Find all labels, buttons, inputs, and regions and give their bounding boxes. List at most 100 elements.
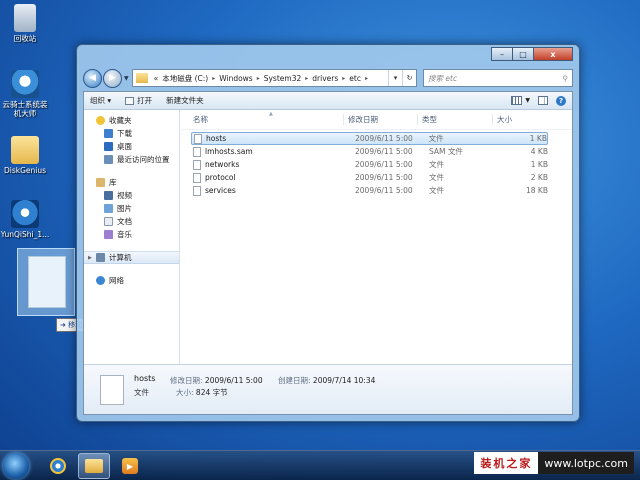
command-bar: 组织 ▾ 打开 新建文件夹 ▼ ? — [84, 92, 572, 110]
file-icon — [193, 159, 201, 170]
file-type: 文件 — [429, 160, 444, 169]
nav-item-pictures[interactable]: 图片 — [84, 202, 179, 215]
nav-item-videos[interactable]: 视频 — [84, 189, 179, 202]
start-button[interactable] — [3, 453, 29, 479]
file-icon — [100, 375, 124, 405]
details-created-value: 2009/7/14 10:34 — [312, 376, 376, 385]
breadcrumb-system32[interactable]: System32 — [264, 74, 302, 83]
library-icon — [96, 178, 105, 187]
file-icon — [193, 185, 201, 196]
forward-button[interactable]: ▶ — [103, 68, 122, 88]
chevron-right-icon[interactable]: ▸ — [305, 75, 308, 82]
nav-favorites[interactable]: 收藏夹 — [84, 114, 179, 127]
move-arrow-icon: ➜ — [60, 321, 66, 329]
watermark-brand: 装机之家 — [474, 452, 539, 474]
file-icon — [194, 133, 202, 144]
expand-arrow-icon[interactable]: ▶ — [88, 255, 94, 261]
documents-icon — [104, 217, 113, 226]
minimize-button[interactable]: – — [491, 47, 513, 61]
close-button[interactable]: x — [533, 47, 573, 61]
column-header-name[interactable]: 名称 — [181, 114, 343, 125]
star-icon — [96, 116, 105, 125]
address-overflow[interactable]: « — [154, 74, 159, 83]
file-name: networks — [205, 160, 240, 169]
organize-button[interactable]: 组织 ▾ — [90, 95, 111, 106]
back-button[interactable]: ◀ — [83, 68, 102, 88]
file-type: SAM 文件 — [429, 147, 463, 156]
details-file-type: 文件 — [134, 388, 149, 397]
chevron-right-icon[interactable]: ▸ — [342, 75, 345, 82]
chevron-right-icon[interactable]: ▸ — [257, 75, 260, 82]
file-icon — [28, 256, 66, 308]
open-button[interactable]: 打开 — [125, 95, 152, 106]
view-options-icon[interactable] — [511, 96, 523, 105]
breadcrumb-local-disk[interactable]: 本地磁盘 (C:) — [162, 73, 208, 84]
nav-label: 视频 — [117, 191, 132, 200]
help-icon[interactable]: ? — [556, 95, 566, 106]
desktop-icon-yunqishi-file[interactable]: YunQiShi_1... — [0, 200, 50, 239]
nav-computer[interactable]: ▶ 计算机 — [84, 251, 179, 264]
column-headers: ▲ 名称 修改日期 类型 大小 — [181, 110, 572, 130]
table-row[interactable]: networks 2009/6/11 5:00 文件 1 KB — [191, 158, 548, 171]
search-placeholder: 搜索 etc — [428, 73, 458, 83]
breadcrumb-etc[interactable]: etc — [349, 74, 361, 83]
navigation-pane: 收藏夹 下载 桌面 最近访问的位置 库 视频 图片 文档 音乐 ▶ 计算机 网络 — [84, 110, 180, 364]
sort-indicator-icon: ▲ — [269, 111, 273, 117]
chevron-down-icon[interactable]: ▾ — [388, 70, 402, 86]
file-size: 1 KB — [529, 134, 548, 143]
column-header-type[interactable]: 类型 — [417, 114, 492, 125]
file-name: hosts — [206, 134, 227, 143]
details-modified-value: 2009/6/11 5:00 — [204, 376, 263, 385]
navigation-bar: ◀ ▶ ▼ « 本地磁盘 (C:) ▸ Windows ▸ System32 ▸… — [83, 67, 573, 89]
refresh-icon[interactable]: ↻ — [402, 70, 416, 86]
chevron-right-icon[interactable]: ▸ — [212, 75, 215, 82]
nav-label: 图片 — [117, 204, 132, 213]
file-date: 2009/6/11 5:00 — [355, 173, 413, 182]
file-date: 2009/6/11 5:00 — [355, 160, 413, 169]
table-row[interactable]: protocol 2009/6/11 5:00 文件 2 KB — [191, 171, 548, 184]
column-header-date[interactable]: 修改日期 — [343, 114, 417, 125]
details-modified: 修改日期: 2009/6/11 5:00 — [170, 375, 263, 386]
table-row[interactable]: hosts 2009/6/11 5:00 文件 1 KB — [191, 132, 548, 145]
desktop-icon-recycle-bin[interactable]: 回收站 — [0, 4, 50, 43]
desktop-icon-diskgenius[interactable]: DiskGenius — [0, 136, 50, 175]
search-input[interactable]: 搜索 etc ⚲ — [423, 69, 573, 87]
preview-pane-icon[interactable] — [538, 96, 548, 105]
nav-item-downloads[interactable]: 下载 — [84, 127, 179, 140]
breadcrumb-windows[interactable]: Windows — [219, 74, 252, 83]
nav-item-desktop[interactable]: 桌面 — [84, 140, 179, 153]
breadcrumb-drivers[interactable]: drivers — [312, 74, 338, 83]
nav-network[interactable]: 网络 — [84, 274, 179, 287]
media-player-icon: ▶ — [122, 458, 138, 474]
file-rows: hosts 2009/6/11 5:00 文件 1 KB lmhosts.sam… — [181, 130, 572, 197]
file-size: 1 KB — [530, 160, 548, 169]
desktop-icon-label: DiskGenius — [3, 166, 47, 175]
nav-item-recent-places[interactable]: 最近访问的位置 — [84, 153, 179, 166]
table-row[interactable]: services 2009/6/11 5:00 文件 18 KB — [191, 184, 548, 197]
taskbar-ie-button[interactable] — [42, 453, 74, 479]
taskbar-explorer-button[interactable] — [78, 453, 110, 479]
address-bar[interactable]: « 本地磁盘 (C:) ▸ Windows ▸ System32 ▸ drive… — [131, 69, 417, 87]
file-type: 文件 — [428, 134, 444, 143]
table-row[interactable]: lmhosts.sam 2009/6/11 5:00 SAM 文件 4 KB — [191, 145, 548, 158]
chevron-right-icon[interactable]: ▸ — [365, 75, 368, 82]
details-size-label: 大小: — [176, 388, 194, 397]
desktop-icon-yunqishi[interactable]: 云骑士系统装机大师 — [0, 70, 50, 119]
window-controls: – □ x — [491, 47, 573, 61]
nav-item-music[interactable]: 音乐 — [84, 228, 179, 241]
desktop-icon — [104, 142, 113, 151]
nav-item-documents[interactable]: 文档 — [84, 215, 179, 228]
maximize-button[interactable]: □ — [512, 47, 534, 61]
details-size-value: 824 字节 — [195, 388, 228, 397]
nav-libraries[interactable]: 库 — [84, 176, 179, 189]
search-icon[interactable]: ⚲ — [563, 74, 569, 83]
history-dropdown-icon[interactable]: ▼ — [124, 75, 129, 82]
column-header-size[interactable]: 大小 — [492, 114, 540, 125]
taskbar-media-button[interactable]: ▶ — [114, 453, 146, 479]
chevron-down-icon[interactable]: ▼ — [525, 97, 530, 104]
yunqishi-app-icon — [11, 70, 39, 98]
file-name-cell: protocol — [191, 172, 351, 183]
new-folder-button[interactable]: 新建文件夹 — [166, 95, 204, 106]
file-list: ▲ 名称 修改日期 类型 大小 hosts 2009/6/11 5:00 文件 … — [181, 110, 572, 364]
